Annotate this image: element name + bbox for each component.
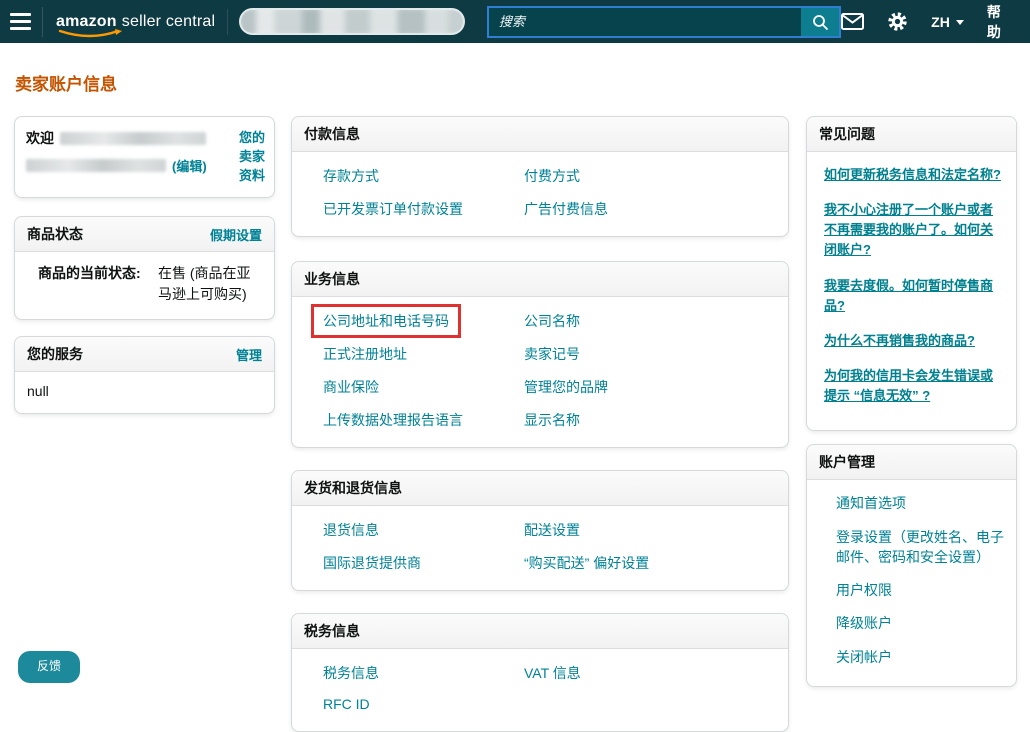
user-permissions-link[interactable]: 用户权限 xyxy=(836,580,1004,600)
downgrade-account-link[interactable]: 降级账户 xyxy=(836,613,1004,633)
settings-button[interactable] xyxy=(887,11,908,32)
right-column: 常见问题 如何更新税务信息和法定名称? 我不小心注册了一个账户或者不再需要我的账… xyxy=(806,116,1017,687)
current-status-value: 在售 (商品在亚马逊上可购买) xyxy=(158,263,264,305)
tax-information-link[interactable]: 税务信息 xyxy=(323,663,379,683)
top-navigation-bar: amazon seller central xyxy=(0,0,1030,43)
faq-why-not-selling-link[interactable]: 为什么不再销售我的商品? xyxy=(824,331,1004,351)
payment-info-card: 付款信息 存款方式 付费方式 已开发票订单付款设置 广告付费信息 xyxy=(291,116,789,237)
feedback-button[interactable]: 反馈 xyxy=(18,651,80,683)
buy-shipping-preferences-link[interactable]: “购买配送” 偏好设置 xyxy=(524,553,649,573)
redacted-blur xyxy=(239,8,465,35)
shipping-returns-title: 发货和退货信息 xyxy=(304,478,402,498)
listing-status-title: 商品状态 xyxy=(27,224,83,244)
business-info-card: 业务信息 公司地址和电话号码 公司名称 正式注册地址 卖家记号 商业保险 管理您… xyxy=(291,261,789,448)
business-insurance-link[interactable]: 商业保险 xyxy=(323,377,379,397)
language-label: ZH xyxy=(931,14,950,30)
header-divider xyxy=(227,9,228,35)
welcome-greeting: 欢迎 xyxy=(26,128,54,148)
international-returns-providers-link[interactable]: 国际退货提供商 xyxy=(323,553,421,573)
amazon-smile-icon xyxy=(58,29,126,39)
shipping-settings-link[interactable]: 配送设置 xyxy=(524,520,580,540)
help-link[interactable]: 帮助 xyxy=(987,2,1013,42)
advertising-charge-info-link[interactable]: 广告付费信息 xyxy=(524,199,608,219)
search-icon xyxy=(811,13,829,31)
welcome-card: 欢迎 (编辑) 您的卖家资料 xyxy=(14,116,275,198)
faq-credit-card-invalid-link[interactable]: 为何我的信用卡会发生错误或提示 “信息无效” ? xyxy=(824,366,1004,406)
display-name-link[interactable]: 显示名称 xyxy=(524,410,580,430)
shipping-returns-card: 发货和退货信息 退货信息 配送设置 国际退货提供商 “购买配送” 偏好设置 xyxy=(291,470,789,591)
business-info-title: 业务信息 xyxy=(304,269,360,289)
payment-info-title: 付款信息 xyxy=(304,124,360,144)
account-management-title: 账户管理 xyxy=(819,452,875,472)
deposit-methods-link[interactable]: 存款方式 xyxy=(323,166,379,186)
page-content: 卖家账户信息 欢迎 (编辑) 您的卖家资料 xyxy=(0,70,1030,732)
language-selector[interactable]: ZH xyxy=(931,14,964,30)
notification-preferences-link[interactable]: 通知首选项 xyxy=(836,493,1004,513)
login-settings-link[interactable]: 登录设置（更改姓名、电子邮件、密码和安全设置） xyxy=(836,527,1004,568)
tax-info-title: 税务信息 xyxy=(304,621,360,641)
header-search-bar xyxy=(487,6,841,38)
account-management-card: 账户管理 通知首选项 登录设置（更改姓名、电子邮件、密码和安全设置） 用户权限 … xyxy=(806,444,1017,687)
faq-vacation-pause-listings-link[interactable]: 我要去度假。如何暂时停售商品? xyxy=(824,276,1004,316)
seller-profile-link[interactable]: 您的卖家资料 xyxy=(227,128,265,185)
edit-link[interactable]: (编辑) xyxy=(172,156,207,175)
highlight-red-box: 公司地址和电话号码 xyxy=(311,304,461,338)
middle-column: 付款信息 存款方式 付费方式 已开发票订单付款设置 广告付费信息 业务信息 公司… xyxy=(291,116,789,732)
business-address-phone-link[interactable]: 公司地址和电话号码 xyxy=(323,311,449,331)
messages-button[interactable] xyxy=(841,13,864,30)
seller-central-logo[interactable]: amazon seller central xyxy=(56,13,215,31)
merchant-token-link[interactable]: 卖家记号 xyxy=(524,344,580,364)
header-actions: ZH 帮助 xyxy=(841,2,1030,42)
manage-services-link[interactable]: 管理 xyxy=(236,345,262,364)
search-button[interactable] xyxy=(801,8,839,36)
listing-status-card: 商品状态 假期设置 商品的当前状态: 在售 (商品在亚马逊上可购买) xyxy=(14,216,275,320)
faq-update-tax-legal-name-link[interactable]: 如何更新税务信息和法定名称? xyxy=(824,165,1004,185)
your-services-title: 您的服务 xyxy=(27,344,83,364)
tax-info-card: 税务信息 税务信息 VAT 信息 RFC ID xyxy=(291,613,789,732)
your-services-card: 您的服务 管理 null xyxy=(14,336,275,414)
company-name-link[interactable]: 公司名称 xyxy=(524,311,580,331)
close-account-link[interactable]: 关闭帐户 xyxy=(836,647,1004,667)
current-status-label: 商品的当前状态: xyxy=(38,263,158,305)
redacted-store-name xyxy=(26,159,166,172)
search-input[interactable] xyxy=(489,8,801,36)
official-registered-address-link[interactable]: 正式注册地址 xyxy=(323,344,407,364)
invoiced-order-payment-settings-link[interactable]: 已开发票订单付款设置 xyxy=(323,199,463,219)
chevron-down-icon xyxy=(956,20,964,25)
gear-icon xyxy=(887,11,908,32)
faq-card: 常见问题 如何更新税务信息和法定名称? 我不小心注册了一个账户或者不再需要我的账… xyxy=(806,116,1017,431)
left-column: 欢迎 (编辑) 您的卖家资料 商品状态 假期设置 xyxy=(14,116,275,414)
manage-your-brands-link[interactable]: 管理您的品牌 xyxy=(524,377,608,397)
vat-information-link[interactable]: VAT 信息 xyxy=(524,663,581,683)
page-title: 卖家账户信息 xyxy=(15,70,1016,95)
faq-title: 常见问题 xyxy=(819,124,875,144)
hamburger-menu-icon[interactable] xyxy=(0,13,42,30)
services-value: null xyxy=(15,372,274,413)
charge-methods-link[interactable]: 付费方式 xyxy=(524,166,580,186)
logo-seller-central-text: seller central xyxy=(122,13,216,31)
vacation-settings-link[interactable]: 假期设置 xyxy=(210,225,262,244)
header-divider xyxy=(42,7,43,37)
marketplace-switcher-redacted[interactable] xyxy=(239,8,465,35)
redacted-seller-name xyxy=(60,132,206,145)
faq-close-account-link[interactable]: 我不小心注册了一个账户或者不再需要我的账户了。如何关闭账户? xyxy=(824,200,1004,260)
return-info-link[interactable]: 退货信息 xyxy=(323,520,379,540)
feed-processing-report-language-link[interactable]: 上传数据处理报告语言 xyxy=(323,410,463,430)
rfc-id-link[interactable]: RFC ID xyxy=(323,696,370,712)
envelope-icon xyxy=(841,13,864,30)
